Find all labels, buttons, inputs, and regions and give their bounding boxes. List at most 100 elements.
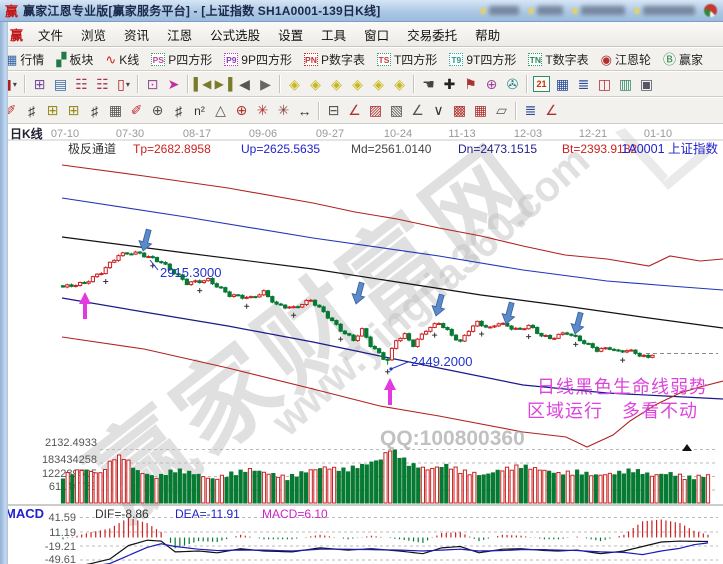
winner-seq-button[interactable]: Ⓑ赢家 [658,50,708,69]
macd-axis-labels: 41.5911.19-19.21-49.61 [45,512,76,564]
t-square-button[interactable]: TST四方形 [372,50,442,69]
compress-h-icon[interactable]: ◈ [326,74,347,94]
date-tick-label: 09-06 [249,128,277,140]
gold-grid-icon[interactable]: ⊞ [42,101,63,121]
save-icon[interactable]: ◫ [594,74,615,94]
kline-chart-svg[interactable]: 赢家财富网www.yingjia360.com日K线07-1007-3008-1… [0,124,723,564]
toolbar-separator [413,75,415,93]
menu-item-browse[interactable]: 浏览 [72,22,115,47]
first-page-icon[interactable]: ▌◀ [192,74,213,94]
menu-item-trade[interactable]: 交易委托 [398,22,466,47]
date-tick-label: 12-03 [514,128,542,140]
low-price-label: 2449.2000 [411,354,472,369]
indicator-chart-icon[interactable]: ☷ [92,74,113,94]
export-icon[interactable]: ▥ [615,74,636,94]
p-square-button[interactable]: PSP四方形 [146,50,217,69]
indicator-value-label: Md=2561.0140 [351,142,432,156]
titlebar-item-dot-icon [480,8,486,14]
fan-square-icon[interactable]: ▧ [386,101,407,121]
dynamic-chart-icon[interactable]: ⊞ [29,74,50,94]
fan-box-icon[interactable]: ▨ [365,101,386,121]
indicator-value-label: Dn=2473.1515 [458,142,537,156]
title-bar: 赢 赢家江恩专业版[赢家服务平台] - [上证指数 SH1A0001-139日K… [0,0,723,22]
date-tick-label: 11-13 [448,128,475,140]
menu-item-formula-pick[interactable]: 公式选股 [201,22,269,47]
parallel-lines-icon[interactable]: ▱ [491,101,512,121]
nine-p-square-button[interactable]: P99P四方形 [219,50,297,69]
circle-grid-icon[interactable]: ⊕ [147,101,168,121]
zoom-out-icon[interactable]: ◈ [284,74,305,94]
expand-h-icon[interactable]: ◈ [347,74,368,94]
sectors-button[interactable]: ▞板块 [51,50,98,69]
compress-v-icon[interactable]: ◈ [368,74,389,94]
price-time-grid-icon[interactable]: ♯ [21,101,42,121]
span-tool-icon[interactable]: ↔ [294,101,315,121]
gann-web2-icon[interactable]: ✳ [273,101,294,121]
gold-grid2-icon[interactable]: ⊞ [63,101,84,121]
kline-chart-area[interactable]: 赢家财富网www.yingjia360.com日K线07-1007-3008-1… [0,124,723,564]
volume-chart-icon[interactable]: ☷ [71,74,92,94]
menu-item-tools[interactable]: 工具 [312,22,355,47]
gann-wheel-button[interactable]: ◉江恩轮 [596,50,656,69]
indicator-value-label: Tp=2682.8958 [133,142,211,156]
gann-web-icon[interactable]: ✳ [252,101,273,121]
nine-t-square-button-icon: T9 [449,53,463,66]
gann-web-small-icon[interactable]: ✇ [502,74,523,94]
kline-button[interactable]: ∿K线 [100,50,144,69]
list-view-icon[interactable]: ≣ [520,101,541,121]
menu-item-file[interactable]: 文件 [29,22,72,47]
macd-axis-label: -49.61 [45,554,76,564]
kline-button-icon: ∿ [105,53,116,66]
angle-lines-icon[interactable]: ∠ [407,101,428,121]
p-number-table-button-icon: PN [304,53,318,66]
dense-grid-icon[interactable]: ▩ [449,101,470,121]
dense-grid2-icon[interactable]: ▦ [470,101,491,121]
box-tool-icon[interactable]: ⊟ [323,101,344,121]
thin-candle-icon[interactable]: ▯▾ [113,74,134,94]
window-title: 赢家江恩专业版[赢家服务平台] - [上证指数 SH1A0001-139日K线] [23,2,380,19]
p-number-table-button[interactable]: PNP数字表 [299,50,370,69]
titlebar-blurred-item [528,6,563,15]
menu-item-settings[interactable]: 设置 [269,22,312,47]
prev-bar-icon[interactable]: ◀ [234,74,255,94]
next-bar-icon[interactable]: ▶ [255,74,276,94]
t-number-table-button[interactable]: TNT数字表 [523,50,593,69]
hash-grid-icon[interactable]: ♯ [168,101,189,121]
winner-seq-button-icon: Ⓑ [663,53,676,66]
hand-tool-icon[interactable]: ☚ [418,74,439,94]
toolbar-separator [318,102,320,120]
slope-line-icon[interactable]: ∠ [541,101,562,121]
n2-grid-icon[interactable]: n² [189,101,210,121]
menu-item-gann[interactable]: 江恩 [158,22,201,47]
price-grid-icon[interactable]: ♯ [84,101,105,121]
price-axis-label: 2132.4933 [45,437,97,449]
t-number-table-button-icon: TN [528,53,542,66]
crosshair-icon[interactable]: ✚ [439,74,460,94]
gann-target-icon[interactable]: ⊕ [231,101,252,121]
small-brush-icon[interactable]: ✐ [126,101,147,121]
pattern-box-icon[interactable]: ⊕ [481,74,502,94]
calculator-icon[interactable]: ▦ [552,74,573,94]
macd-label: DEA=-11.91 [175,507,240,521]
mark-flag-icon[interactable]: ⚑ [460,74,481,94]
date-tick-label: 01-10 [644,128,672,140]
vee-lines-icon[interactable]: ∨ [428,101,449,121]
menu-item-news[interactable]: 资讯 [115,22,158,47]
workstation-icon[interactable]: ▣ [636,74,657,94]
symbol-name-label: 1A0001 上证指数 [621,141,718,156]
nine-t-square-button[interactable]: T99T四方形 [444,50,521,69]
pattern-select-icon[interactable]: ⊡ [142,74,163,94]
zoom-in-icon[interactable]: ◈ [305,74,326,94]
triangle-ruler-icon[interactable]: △ [210,101,231,121]
menu-item-window[interactable]: 窗口 [355,22,398,47]
calendar-21-icon[interactable]: 21 [531,74,552,94]
macd-label: DIF=-8.86 [95,507,149,521]
fan-lines-icon[interactable]: ∠ [344,101,365,121]
notes-icon[interactable]: ≣ [573,74,594,94]
expand-v-icon[interactable]: ◈ [389,74,410,94]
time-grid-icon[interactable]: ▦ [105,101,126,121]
last-page-icon[interactable]: ▶▐ [213,74,234,94]
f10-report-icon[interactable]: ▤ [50,74,71,94]
menu-item-help[interactable]: 帮助 [466,22,509,47]
trend-arrow-icon[interactable]: ➤ [163,74,184,94]
